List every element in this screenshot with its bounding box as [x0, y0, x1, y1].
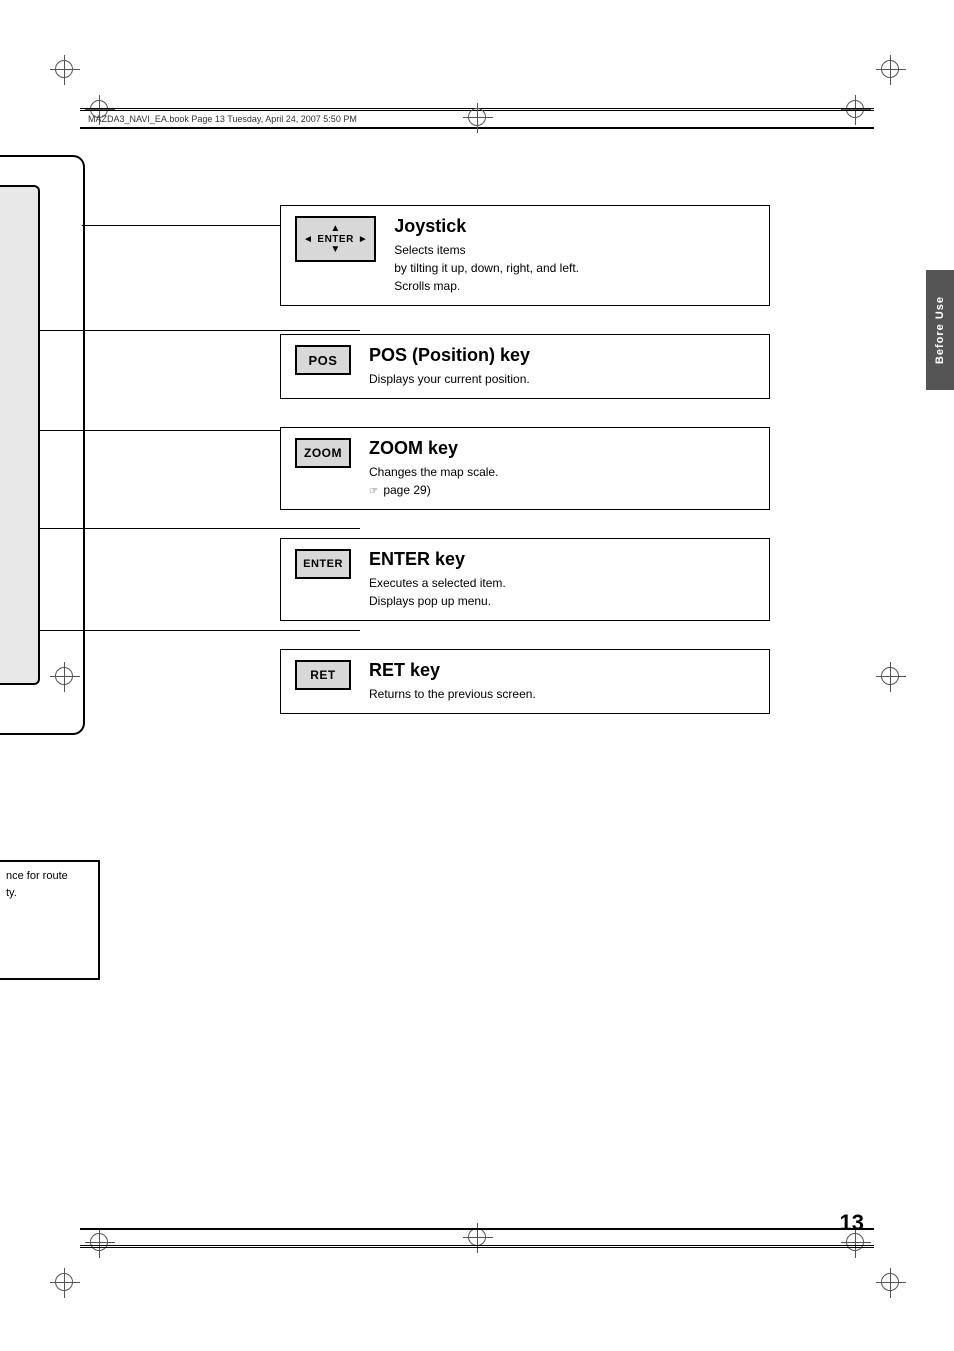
side-tab-label: Before Use: [934, 296, 946, 364]
zoom-entry: ZOOM ZOOM key Changes the map scale. ☞ p…: [280, 427, 770, 510]
joystick-entry: ▲ ◄ ENTER ► ▼ Joystick Selects items by …: [280, 205, 770, 306]
joystick-desc-line2: by tilting it up, down, right, and left.: [394, 259, 755, 277]
joystick-desc-line1: Selects items: [394, 241, 755, 259]
bottom-line2: [80, 1229, 874, 1230]
zoom-desc-line1: Changes the map scale.: [369, 463, 755, 481]
ret-title: RET key: [369, 660, 755, 681]
ret-info: RET key Returns to the previous screen.: [369, 660, 755, 703]
pos-desc: Displays your current position.: [369, 370, 755, 388]
reg-mark-top-mid: [468, 108, 486, 126]
enter-info: ENTER key Executes a selected item. Disp…: [369, 549, 755, 610]
reg-mark-mid-right: [881, 667, 899, 685]
joystick-title: Joystick: [394, 216, 755, 237]
arrow-left-icon: ◄: [303, 234, 313, 245]
pos-badge: POS: [295, 345, 351, 375]
bottom-left-text-line2: ty.: [6, 885, 92, 902]
header-text: MAZDA3_NAVI_EA.book Page 13 Tuesday, Apr…: [88, 114, 357, 124]
pos-entry: POS POS (Position) key Displays your cur…: [280, 334, 770, 399]
joystick-info: Joystick Selects items by tilting it up,…: [394, 216, 755, 295]
device-inner: [0, 185, 40, 685]
pos-title: POS (Position) key: [369, 345, 755, 366]
bottom-line: [80, 1247, 874, 1248]
arrow-down-icon: ▼: [330, 245, 340, 255]
ref-icon: ☞: [369, 486, 378, 497]
ret-badge: RET: [295, 660, 351, 690]
joystick-desc-line3: Scrolls map.: [394, 277, 755, 295]
enter-badge: ENTER: [295, 549, 351, 579]
before-use-tab: Before Use: [926, 270, 954, 390]
main-content: ▲ ◄ ENTER ► ▼ Joystick Selects items by …: [80, 145, 914, 742]
reg-mark-bottom-right: [881, 1273, 899, 1291]
bottom-bar: [80, 1228, 874, 1246]
enter-entry: ENTER ENTER key Executes a selected item…: [280, 538, 770, 621]
bottom-left-box: nce for route ty.: [0, 860, 100, 980]
reg-mark-bottom-left: [55, 1273, 73, 1291]
ret-entry: RET RET key Returns to the previous scre…: [280, 649, 770, 714]
zoom-desc-line2: ☞ page 29): [369, 481, 755, 499]
zoom-desc-ref: page 29): [383, 483, 430, 497]
enter-title: ENTER key: [369, 549, 755, 570]
zoom-title: ZOOM key: [369, 438, 755, 459]
enter-desc-line2: Displays pop up menu.: [369, 592, 755, 610]
arrow-up-icon: ▲: [330, 224, 340, 234]
pos-info: POS (Position) key Displays your current…: [369, 345, 755, 388]
zoom-info: ZOOM key Changes the map scale. ☞ page 2…: [369, 438, 755, 499]
bottom-left-text-line1: nce for route: [6, 868, 92, 885]
reg-mark-top-left: [55, 60, 73, 78]
reg-mark-mid-left: [55, 667, 73, 685]
reg-mark-top-right: [881, 60, 899, 78]
arrow-right-icon: ►: [358, 234, 368, 245]
joystick-badge-label: ENTER: [317, 234, 353, 245]
page-number: 13: [840, 1210, 864, 1236]
zoom-badge: ZOOM: [295, 438, 351, 468]
ret-desc: Returns to the previous screen.: [369, 685, 755, 703]
joystick-badge: ▲ ◄ ENTER ► ▼: [295, 216, 376, 262]
enter-desc-line1: Executes a selected item.: [369, 574, 755, 592]
